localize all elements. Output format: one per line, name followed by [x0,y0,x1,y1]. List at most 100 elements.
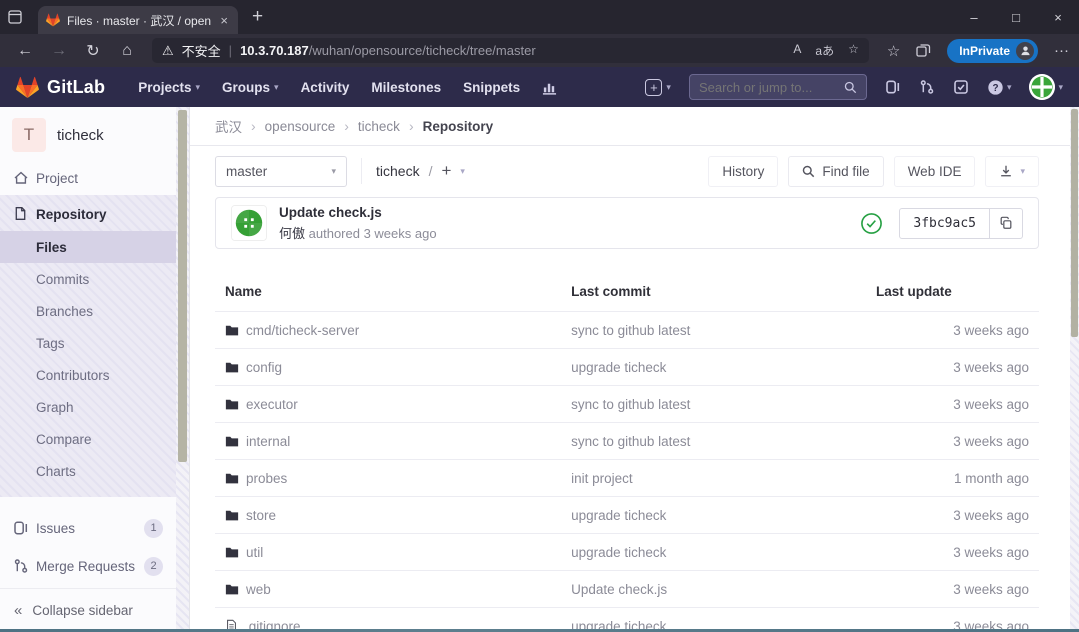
url-field[interactable]: ⚠ 不安全 | 10.3.70.187/wuhan/opensource/tic… [152,38,869,63]
nav-milestones[interactable]: Milestones [371,80,441,95]
collapse-sidebar-button[interactable]: « Collapse sidebar [0,588,189,632]
folder-icon [225,583,239,596]
commit-sha[interactable]: 3fbc9ac5 [900,209,989,238]
last-update: 3 weeks ago [866,312,1039,349]
commit-message[interactable]: upgrade ticheck [571,360,666,375]
file-name[interactable]: cmd/ticheck-server [246,323,359,338]
home-icon[interactable]: ⌂ [112,42,142,60]
table-row[interactable]: internal sync to github latest 3 weeks a… [215,423,1039,460]
sidebar-scrollbar[interactable] [176,107,189,632]
browser-tab[interactable]: Files · master · 武汉 / opensourc × [38,6,238,34]
sidebar-item-repository[interactable]: Repository [0,198,189,231]
sidebar-item-branches[interactable]: Branches [0,295,189,327]
project-header[interactable]: T ticheck [0,107,189,162]
table-row[interactable]: util upgrade ticheck 3 weeks ago [215,534,1039,571]
todos-icon[interactable] [953,79,969,95]
branch-selector[interactable]: master ▾ [215,156,347,187]
search-box[interactable] [689,74,867,100]
tab-close-icon[interactable]: × [218,13,230,28]
chevron-down-icon: ▾ [1020,166,1025,177]
pipeline-status-icon[interactable] [860,212,883,235]
sidebar-item-merge-requests[interactable]: Merge Requests 2 [0,547,189,585]
new-menu-button[interactable]: + ▾ [645,79,671,96]
commit-meta: Update check.js 何傲 authored 3 weeks ago [279,205,437,242]
settings-more-icon[interactable]: ··· [1054,42,1069,59]
issues-nav-icon[interactable] [885,79,901,95]
sidebar-item-tags[interactable]: Tags [0,327,189,359]
table-row[interactable]: cmd/ticheck-server sync to github latest… [215,312,1039,349]
file-name[interactable]: executor [246,397,298,412]
sidebar-item-files[interactable]: Files [0,231,189,263]
file-name[interactable]: web [246,582,271,597]
sidebar-item-project[interactable]: Project [0,162,189,195]
commit-message[interactable]: sync to github latest [571,323,690,338]
help-menu[interactable]: ? ▾ [987,79,1012,96]
table-row[interactable]: store upgrade ticheck 3 weeks ago [215,497,1039,534]
sidebar-item-contributors[interactable]: Contributors [0,359,189,391]
table-row[interactable]: executor sync to github latest 3 weeks a… [215,386,1039,423]
page-scrollbar[interactable] [1070,107,1079,632]
sidebar-item-commits[interactable]: Commits [0,263,189,295]
commit-message[interactable]: upgrade ticheck [571,545,666,560]
refresh-icon[interactable]: ↻ [78,41,108,61]
file-name[interactable]: internal [246,434,290,449]
commit-message[interactable]: sync to github latest [571,434,690,449]
commit-title[interactable]: Update check.js [279,205,437,220]
table-row[interactable]: probes init project 1 month ago [215,460,1039,497]
breadcrumb-group[interactable]: 武汉 [215,116,242,136]
charts-icon[interactable] [542,80,557,95]
sidebar-item-charts[interactable]: Charts [0,455,189,487]
download-button[interactable]: ▾ [985,156,1039,187]
repo-path-root[interactable]: ticheck [376,163,420,179]
breadcrumb-subgroup[interactable]: opensource [265,119,336,134]
close-button[interactable]: × [1037,0,1079,34]
add-file-button[interactable]: + [441,161,451,181]
sidebar-scrollbar-thumb[interactable] [178,110,187,462]
maximize-button[interactable]: □ [995,0,1037,34]
nav-groups[interactable]: Groups▾ [222,80,279,95]
breadcrumb-project[interactable]: ticheck [358,119,400,134]
sidebar-item-compare[interactable]: Compare [0,423,189,455]
page-scrollbar-thumb[interactable] [1071,109,1078,337]
table-header-row: Name Last commit Last update [215,275,1039,312]
commit-message[interactable]: sync to github latest [571,397,690,412]
commit-author-avatar[interactable] [231,205,267,241]
web-ide-button[interactable]: Web IDE [894,156,976,187]
file-name[interactable]: config [246,360,282,375]
file-name[interactable]: util [246,545,263,560]
not-secure-label[interactable]: 不安全 [182,41,221,60]
favorites-icon[interactable]: ☆ [887,42,900,60]
gitlab-logo[interactable]: GitLab [16,76,105,99]
read-aloud-icon[interactable]: A [793,42,801,59]
file-name[interactable]: store [246,508,276,523]
copy-commit-sha-button[interactable] [989,209,1022,238]
file-name[interactable]: probes [246,471,287,486]
history-button[interactable]: History [708,156,778,187]
minimize-button[interactable]: – [953,0,995,34]
inprivate-badge[interactable]: InPrivate [947,39,1038,63]
nav-snippets[interactable]: Snippets [463,80,520,95]
commit-message[interactable]: Update check.js [571,582,667,597]
find-file-button[interactable]: Find file [788,156,883,187]
commit-author[interactable]: 何傲 [279,226,305,241]
sidebar-item-graph[interactable]: Graph [0,391,189,423]
table-row[interactable]: config upgrade ticheck 3 weeks ago [215,349,1039,386]
tab-actions-icon[interactable] [0,0,30,34]
search-input[interactable] [699,80,838,95]
chevron-down-icon: ▾ [331,166,336,177]
commit-message[interactable]: upgrade ticheck [571,508,666,523]
nav-projects[interactable]: Projects▾ [138,80,200,95]
nav-activity[interactable]: Activity [301,80,350,95]
forward-icon[interactable]: → [44,42,74,60]
user-menu[interactable]: ▾ [1029,74,1063,100]
folder-icon [225,509,239,522]
add-favorite-icon[interactable]: ☆ [848,42,859,59]
translate-icon[interactable]: aあ [815,42,834,59]
merge-requests-nav-icon[interactable] [919,79,935,95]
back-icon[interactable]: ← [10,42,40,60]
new-tab-button[interactable]: + [252,6,263,28]
commit-message[interactable]: init project [571,471,633,486]
table-row[interactable]: web Update check.js 3 weeks ago [215,571,1039,608]
sidebar-item-issues[interactable]: Issues 1 [0,509,189,547]
collections-icon[interactable] [916,43,931,58]
